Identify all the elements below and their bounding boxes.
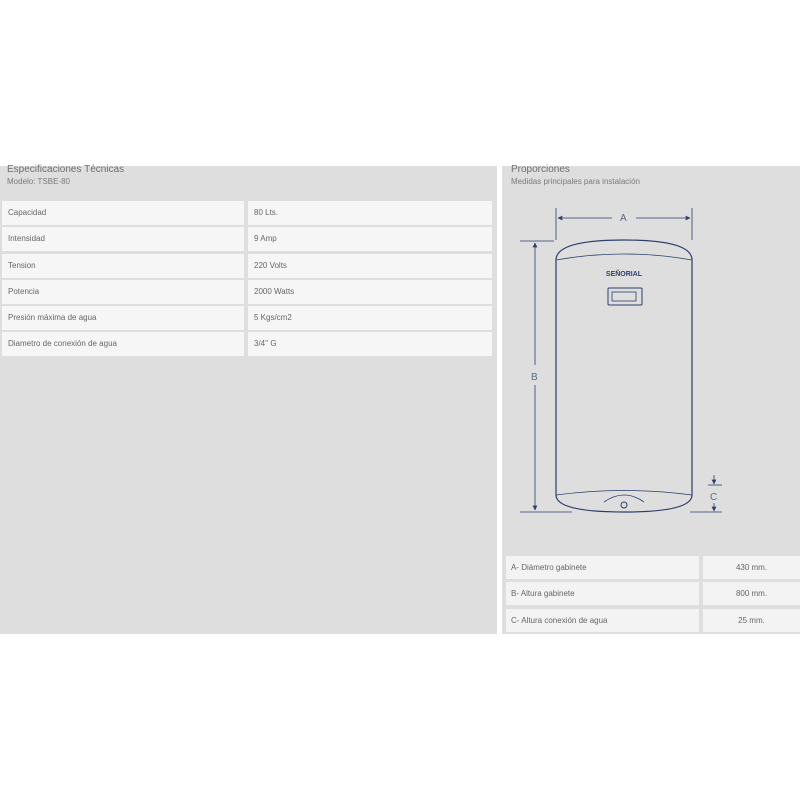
spec-row: Intensidad 9 Amp xyxy=(2,227,492,251)
spec-value: 220 Volts xyxy=(248,254,492,278)
spec-label: Potencia xyxy=(2,280,244,304)
proportions-title: Proporciones xyxy=(511,164,570,175)
spec-label: Diametro de conexión de agua xyxy=(2,332,244,356)
spec-value: 80 Lts. xyxy=(248,201,492,225)
spec-row: Potencia 2000 Watts xyxy=(2,280,492,304)
spec-label: Tension xyxy=(2,254,244,278)
spec-value: 9 Amp xyxy=(248,227,492,251)
tank-body xyxy=(555,239,693,513)
dim-label-a: A xyxy=(620,213,627,224)
dimension-row: B- Altura gabinete 800 mm. xyxy=(506,582,800,605)
dimension-a: A xyxy=(555,208,693,240)
specs-title: Especificaciones Técnicas xyxy=(7,164,125,175)
dimension-label: C- Altura conexión de agua xyxy=(506,609,699,632)
dim-label-c: C xyxy=(710,492,717,503)
dimension-value: 25 mm. xyxy=(703,609,800,632)
dimension-label: A- Diámetro gabinete xyxy=(506,556,699,579)
dimension-row: C- Altura conexión de agua 25 mm. xyxy=(506,609,800,632)
spec-label: Intensidad xyxy=(2,227,244,251)
spec-row: Diametro de conexión de agua 3/4'' G xyxy=(2,332,492,356)
dimension-value: 800 mm. xyxy=(703,582,800,605)
spec-row: Presión máxima de agua 5 Kgs/cm2 xyxy=(2,306,492,330)
dim-label-b: B xyxy=(531,372,538,383)
dimension-label: B- Altura gabinete xyxy=(506,582,699,605)
spec-label: Capacidad xyxy=(2,201,244,225)
spec-row: Tension 220 Volts xyxy=(2,254,492,278)
water-heater-diagram: A B C SEÑORIAL xyxy=(502,200,800,530)
dimension-row: A- Diámetro gabinete 430 mm. xyxy=(506,556,800,579)
spec-label: Presión máxima de agua xyxy=(2,306,244,330)
spec-value: 2000 Watts xyxy=(248,280,492,304)
proportions-subtitle: Medidas principales para instalación xyxy=(511,177,640,186)
spec-value: 3/4'' G xyxy=(248,332,492,356)
dimension-value: 430 mm. xyxy=(703,556,800,579)
model-label: Modelo: TSBE-80 xyxy=(7,177,70,186)
spec-value: 5 Kgs/cm2 xyxy=(248,306,492,330)
dimension-c: C xyxy=(690,475,722,513)
brand-logo: SEÑORIAL xyxy=(606,269,643,278)
spec-row: Capacidad 80 Lts. xyxy=(2,201,492,225)
